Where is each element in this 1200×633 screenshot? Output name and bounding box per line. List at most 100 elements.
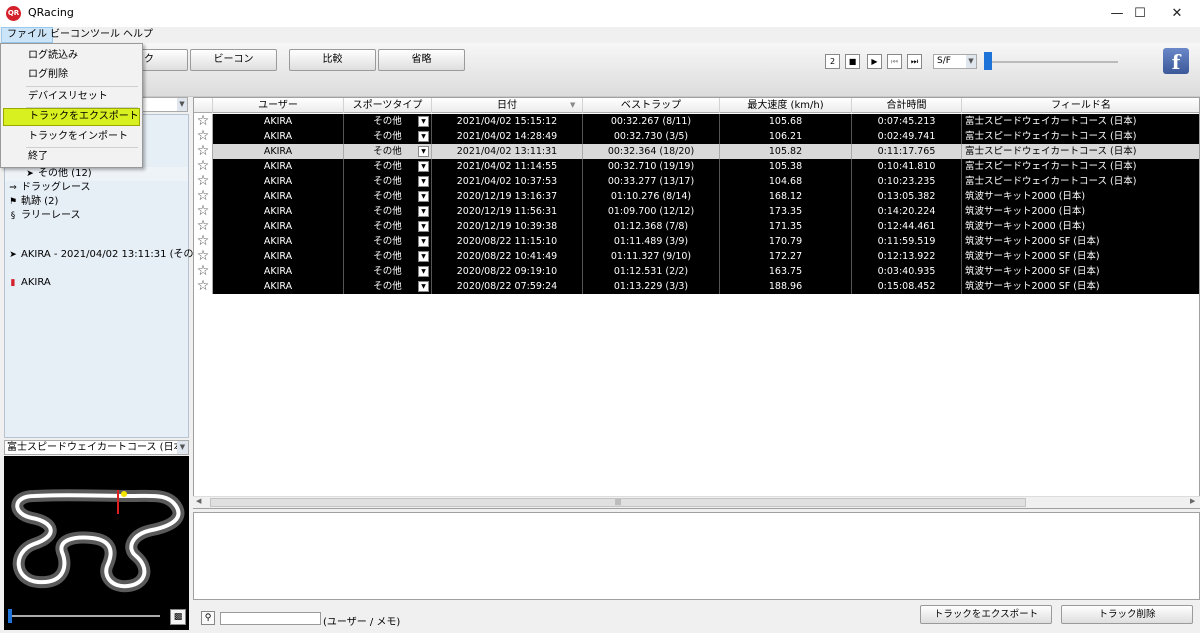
scroll-right-icon[interactable]: ▶ xyxy=(1190,497,1195,505)
tree-item-drag-race[interactable]: ⇒ ドラッグレース xyxy=(5,181,90,195)
playback-slider[interactable] xyxy=(992,61,1118,63)
chevron-down-icon[interactable]: ▼ xyxy=(418,116,429,127)
menu-help[interactable]: ヘルプ xyxy=(118,27,158,43)
map-slider-thumb[interactable] xyxy=(8,609,12,623)
close-icon[interactable]: ✕ xyxy=(1154,0,1200,27)
column-header[interactable]: スポーツタイプ xyxy=(344,98,432,113)
column-header[interactable]: 最大速度 (km/h) xyxy=(720,98,852,113)
scrollbar-thumb[interactable]: ||| xyxy=(210,498,1026,507)
chevron-down-icon[interactable]: ▼ xyxy=(418,236,429,247)
map-slider[interactable] xyxy=(10,615,160,617)
table-row[interactable]: ☆ AKIRA その他 2020/12/19 10:39:38 01:12.368 (7… xyxy=(194,219,1199,234)
scroll-left-icon[interactable]: ◀ xyxy=(196,497,201,505)
table-row[interactable]: ☆ AKIRA その他 2021/04/02 15:15:12 00:32.267 (8… xyxy=(194,114,1199,129)
total-time-cell: 0:03:40.935 xyxy=(852,264,962,279)
table-row[interactable]: ☆ AKIRA その他 2020/08/22 11:15:10 01:11.489 (3… xyxy=(194,234,1199,249)
stop-icon[interactable]: ■ xyxy=(845,54,860,69)
table-row[interactable]: ☆ AKIRA その他 2020/12/19 11:56:31 01:09.700 (1… xyxy=(194,204,1199,219)
menu-item-device-reset[interactable]: デバイスリセット xyxy=(3,88,140,106)
chevron-down-icon[interactable]: ▼ xyxy=(966,55,976,68)
star-icon[interactable]: ☆ xyxy=(194,129,213,144)
swirl-icon: § xyxy=(10,211,16,221)
date-cell: 2020/08/22 07:59:24 xyxy=(432,279,583,294)
best-lap-cell: 00:33.277 (13/17) xyxy=(583,174,720,189)
menu-item-import-track[interactable]: トラックをインポート xyxy=(3,128,140,146)
star-icon[interactable]: ☆ xyxy=(194,234,213,249)
menu-separator xyxy=(26,86,138,87)
previous-icon[interactable]: ⏮ xyxy=(887,54,902,69)
playback-slider-thumb[interactable] xyxy=(984,52,992,70)
chevron-down-icon[interactable]: ▼ xyxy=(418,146,429,157)
tree-item-trajectory[interactable]: ⚑ 軌跡 (2) xyxy=(5,195,58,209)
table-row[interactable]: ☆ AKIRA その他 2021/04/02 10:37:53 00:33.277 (1… xyxy=(194,174,1199,189)
table-row[interactable]: ☆ AKIRA その他 2021/04/02 11:14:55 00:32.710 (1… xyxy=(194,159,1199,174)
omit-button[interactable]: 省略 xyxy=(378,49,465,71)
chevron-down-icon[interactable]: ▼ xyxy=(418,266,429,277)
search-input[interactable] xyxy=(220,612,321,625)
star-icon[interactable]: ☆ xyxy=(194,249,213,264)
star-icon[interactable]: ☆ xyxy=(194,114,213,129)
chevron-down-icon[interactable]: ▼ xyxy=(418,191,429,202)
column-header[interactable]: 合計時間 xyxy=(852,98,962,113)
best-lap-cell: 01:11.489 (3/9) xyxy=(583,234,720,249)
user-cell: AKIRA xyxy=(213,234,344,249)
best-lap-cell: 01:09.700 (12/12) xyxy=(583,204,720,219)
star-icon[interactable]: ☆ xyxy=(194,279,213,294)
table-row[interactable]: ☆ AKIRA その他 2021/04/02 13:11:31 00:32.364 (1… xyxy=(194,144,1199,159)
menu-item-delete-log[interactable]: ログ削除 xyxy=(3,66,140,84)
star-icon[interactable]: ☆ xyxy=(194,264,213,279)
chevron-down-icon[interactable]: ▼ xyxy=(177,98,187,111)
chevron-down-icon[interactable]: ▼ xyxy=(418,206,429,217)
menu-item-load-log[interactable]: ログ読込み xyxy=(3,47,140,65)
star-icon[interactable]: ☆ xyxy=(194,159,213,174)
tree-item-user[interactable]: ▮ AKIRA xyxy=(5,276,51,290)
user-cell: AKIRA xyxy=(213,219,344,234)
search-icon[interactable]: ⚲ xyxy=(201,611,215,625)
chevron-down-icon[interactable]: ▼ xyxy=(418,176,429,187)
chevron-down-icon[interactable]: ▼ xyxy=(418,161,429,172)
menu-item-export-track[interactable]: トラックをエクスポート xyxy=(3,108,140,126)
star-icon[interactable]: ☆ xyxy=(194,204,213,219)
column-header[interactable]: フィールド名 xyxy=(962,98,1199,113)
column-header[interactable]: ユーザー xyxy=(213,98,344,113)
column-header[interactable]: ベストラップ xyxy=(583,98,720,113)
table-row[interactable]: ☆ AKIRA その他 2020/12/19 13:16:37 01:10.276 (8… xyxy=(194,189,1199,204)
title-bar: QR QRacing — ☐ ✕ xyxy=(0,0,1200,27)
tree-item-rally[interactable]: § ラリーレース xyxy=(5,209,81,223)
next-icon[interactable]: ⏭ xyxy=(907,54,922,69)
max-speed-cell: 171.35 xyxy=(720,219,852,234)
memo-area[interactable] xyxy=(193,512,1200,600)
chevron-down-icon[interactable]: ▼ xyxy=(418,131,429,142)
star-icon[interactable]: ☆ xyxy=(194,174,213,189)
menu-item-exit[interactable]: 終了 xyxy=(3,148,140,166)
chevron-down-icon[interactable]: ▼ xyxy=(177,441,188,454)
best-lap-cell: 01:11.327 (9/10) xyxy=(583,249,720,264)
delete-track-button[interactable]: トラック削除 xyxy=(1061,605,1193,624)
track-map xyxy=(4,456,189,630)
table-row[interactable]: ☆ AKIRA その他 2020/08/22 10:41:49 01:11.327 (9… xyxy=(194,249,1199,264)
table-row[interactable]: ☆ AKIRA その他 2020/08/22 07:59:24 01:13.229 (3… xyxy=(194,279,1199,294)
card-icon: ▮ xyxy=(10,278,16,288)
star-column-header xyxy=(194,98,213,113)
star-icon[interactable]: ☆ xyxy=(194,219,213,234)
chevron-down-icon[interactable]: ▼ xyxy=(418,221,429,232)
tree-item-other[interactable]: ➤ その他 (12) xyxy=(5,167,188,181)
fit-map-icon[interactable]: ▩ xyxy=(170,609,186,625)
beacon-button[interactable]: ビーコン xyxy=(190,49,277,71)
lap-number[interactable]: 2 xyxy=(825,54,840,69)
facebook-icon[interactable]: f xyxy=(1163,48,1189,74)
star-icon[interactable]: ☆ xyxy=(194,189,213,204)
column-header[interactable]: 日付 xyxy=(432,98,583,113)
chevron-down-icon[interactable]: ▼ xyxy=(418,281,429,292)
tree-item-session[interactable]: ➤ AKIRA - 2021/04/02 13:11:31 (その他) xyxy=(5,248,207,262)
compare-button[interactable]: 比較 xyxy=(289,49,376,71)
table-row[interactable]: ☆ AKIRA その他 2021/04/02 14:28:49 00:32.730 (3… xyxy=(194,129,1199,144)
star-icon[interactable]: ☆ xyxy=(194,144,213,159)
table-row[interactable]: ☆ AKIRA その他 2020/08/22 09:19:10 01:12.531 (2… xyxy=(194,264,1199,279)
chevron-down-icon[interactable]: ▼ xyxy=(418,251,429,262)
field-name-cell: 富士スピードウェイカートコース (日本) xyxy=(962,114,1199,129)
user-cell: AKIRA xyxy=(213,204,344,219)
export-track-button[interactable]: トラックをエクスポート xyxy=(920,605,1052,624)
course-combo[interactable]: 富士スピードウェイカートコース (日本) xyxy=(4,440,189,455)
play-icon[interactable]: ▶ xyxy=(867,54,882,69)
